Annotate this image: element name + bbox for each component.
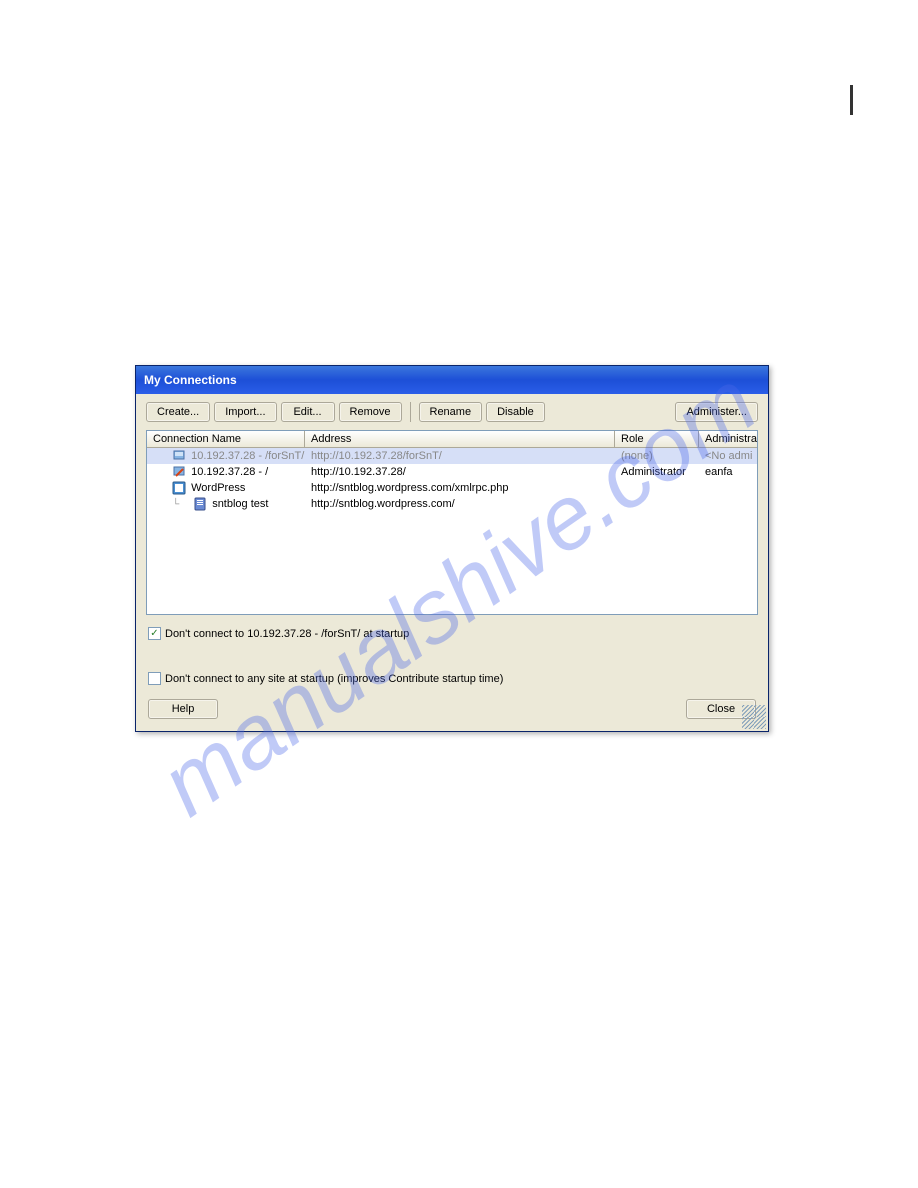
connection-role-text bbox=[615, 487, 699, 489]
create-button[interactable]: Create... bbox=[146, 402, 210, 422]
column-header-admin[interactable]: Administra bbox=[699, 431, 758, 447]
connections-table: Connection Name Address Role Administra … bbox=[146, 430, 758, 615]
connection-address-text: http://sntblog.wordpress.com/xmlrpc.php bbox=[305, 481, 615, 495]
connection-name-text: 10.192.37.28 - / bbox=[191, 466, 268, 478]
import-button[interactable]: Import... bbox=[214, 402, 276, 422]
connection-name-text: sntblog test bbox=[212, 498, 268, 510]
table-row[interactable]: WordPress http://sntblog.wordpress.com/x… bbox=[147, 480, 757, 496]
wordpress-icon bbox=[172, 481, 186, 495]
column-header-name[interactable]: Connection Name bbox=[147, 431, 305, 447]
connection-address-text: http://10.192.37.28/forSnT/ bbox=[305, 449, 615, 463]
remove-button[interactable]: Remove bbox=[339, 402, 402, 422]
connection-role-text: Administrator bbox=[615, 465, 699, 479]
table-row[interactable]: 10.192.37.28 - / http://10.192.37.28/ Ad… bbox=[147, 464, 757, 480]
tree-connector: └ bbox=[172, 499, 190, 510]
startup-specific-checkbox-row: ✓ Don't connect to 10.192.37.28 - /forSn… bbox=[136, 619, 768, 644]
connection-name-text: WordPress bbox=[191, 482, 245, 494]
edit-button[interactable]: Edit... bbox=[281, 402, 335, 422]
column-header-role[interactable]: Role bbox=[615, 431, 699, 447]
startup-all-checkbox-row: Don't connect to any site at startup (im… bbox=[136, 644, 768, 689]
connection-role-text: (none) bbox=[615, 449, 699, 463]
blog-entry-icon bbox=[193, 497, 207, 511]
title-bar[interactable]: My Connections bbox=[136, 366, 768, 394]
bottom-button-bar: Help Close bbox=[136, 689, 768, 731]
connection-role-text bbox=[615, 503, 699, 505]
column-header-address[interactable]: Address bbox=[305, 431, 615, 447]
connection-admin-text: eanfa bbox=[699, 465, 758, 479]
connection-admin-text bbox=[699, 487, 758, 489]
connection-address-text: http://10.192.37.28/ bbox=[305, 465, 615, 479]
table-row[interactable]: 10.192.37.28 - /forSnT/ http://10.192.37… bbox=[147, 448, 757, 464]
connection-admin-text: <No admi bbox=[699, 449, 758, 463]
my-connections-dialog: My Connections Create... Import... Edit.… bbox=[135, 365, 769, 732]
connection-name-text: 10.192.37.28 - /forSnT/ bbox=[191, 450, 304, 462]
server-disabled-icon bbox=[172, 449, 186, 463]
rename-button[interactable]: Rename bbox=[419, 402, 483, 422]
table-body: 10.192.37.28 - /forSnT/ http://10.192.37… bbox=[147, 448, 757, 512]
startup-specific-checkbox[interactable]: ✓ bbox=[148, 627, 161, 640]
connection-admin-text bbox=[699, 503, 758, 505]
table-header: Connection Name Address Role Administra bbox=[147, 431, 757, 448]
server-edit-icon bbox=[172, 465, 186, 479]
disable-button[interactable]: Disable bbox=[486, 402, 545, 422]
toolbar: Create... Import... Edit... Remove Renam… bbox=[136, 394, 768, 426]
table-row[interactable]: └ sntblog test http://sntblog.wordpress.… bbox=[147, 496, 757, 512]
dialog-title: My Connections bbox=[144, 373, 237, 387]
startup-specific-label[interactable]: Don't connect to 10.192.37.28 - /forSnT/… bbox=[165, 628, 409, 640]
startup-all-label[interactable]: Don't connect to any site at startup (im… bbox=[165, 673, 503, 685]
administer-button[interactable]: Administer... bbox=[675, 402, 758, 422]
resize-grip[interactable] bbox=[754, 717, 766, 729]
toolbar-divider bbox=[410, 402, 411, 422]
page-marker bbox=[850, 85, 853, 115]
connection-address-text: http://sntblog.wordpress.com/ bbox=[305, 497, 615, 511]
startup-all-checkbox[interactable] bbox=[148, 672, 161, 685]
help-button[interactable]: Help bbox=[148, 699, 218, 719]
